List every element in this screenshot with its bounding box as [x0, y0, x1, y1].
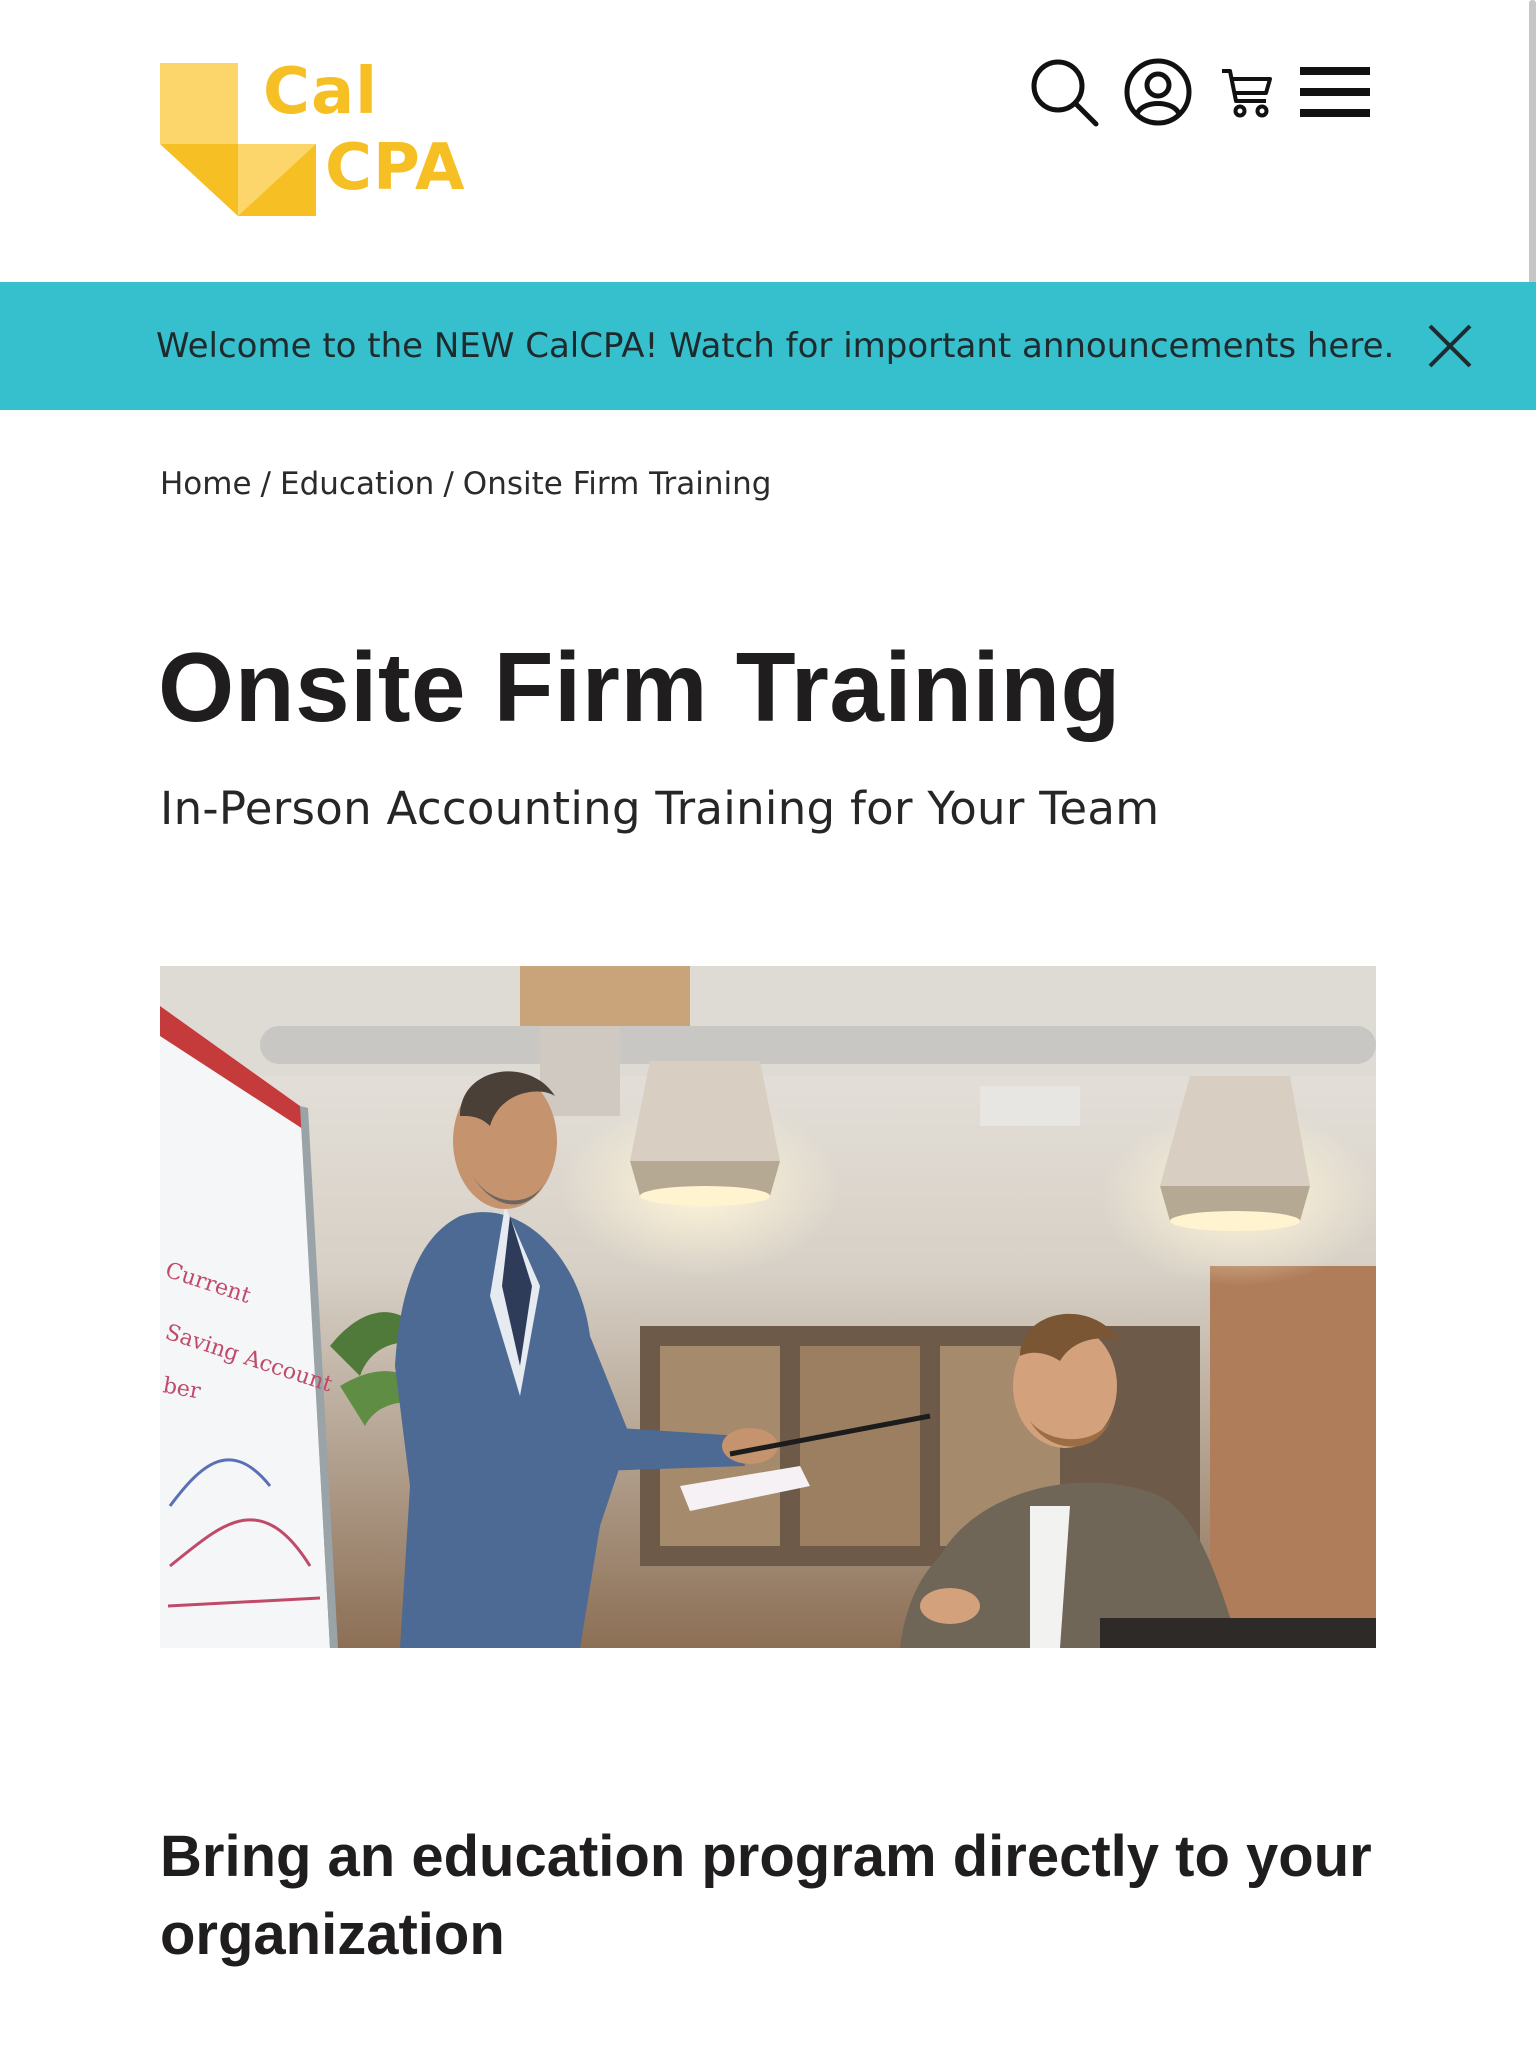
menu-icon[interactable]	[1300, 65, 1370, 119]
cart-icon[interactable]	[1216, 61, 1278, 123]
page-subtitle: In-Person Accounting Training for Your T…	[160, 782, 1160, 835]
hero-image: Current Saving Account ber	[160, 966, 1376, 1648]
logo-text-cal: Cal	[263, 55, 379, 129]
page-title: Onsite Firm Training	[158, 632, 1121, 742]
section-heading: Bring an education program directly to y…	[160, 1824, 1372, 1967]
breadcrumb-education[interactable]: Education	[280, 466, 434, 502]
breadcrumb-separator: /	[443, 466, 454, 502]
logo-text-cpa: CPA	[325, 131, 466, 205]
breadcrumb: Home / Education / Onsite Firm Training	[160, 466, 771, 502]
announcement-text: Welcome to the NEW CalCPA! Watch for imp…	[156, 326, 1395, 366]
account-icon[interactable]	[1122, 56, 1194, 128]
header-actions	[1028, 56, 1370, 128]
breadcrumb-home[interactable]: Home	[160, 466, 252, 502]
calcpa-logo[interactable]: Cal CPA	[160, 60, 490, 220]
announcement-bar: Welcome to the NEW CalCPA! Watch for imp…	[0, 282, 1536, 410]
breadcrumb-separator: /	[260, 466, 271, 502]
site-header: Cal CPA	[0, 0, 1536, 282]
search-icon[interactable]	[1028, 56, 1100, 128]
close-icon[interactable]	[1424, 320, 1476, 372]
breadcrumb-current: Onsite Firm Training	[462, 466, 772, 502]
